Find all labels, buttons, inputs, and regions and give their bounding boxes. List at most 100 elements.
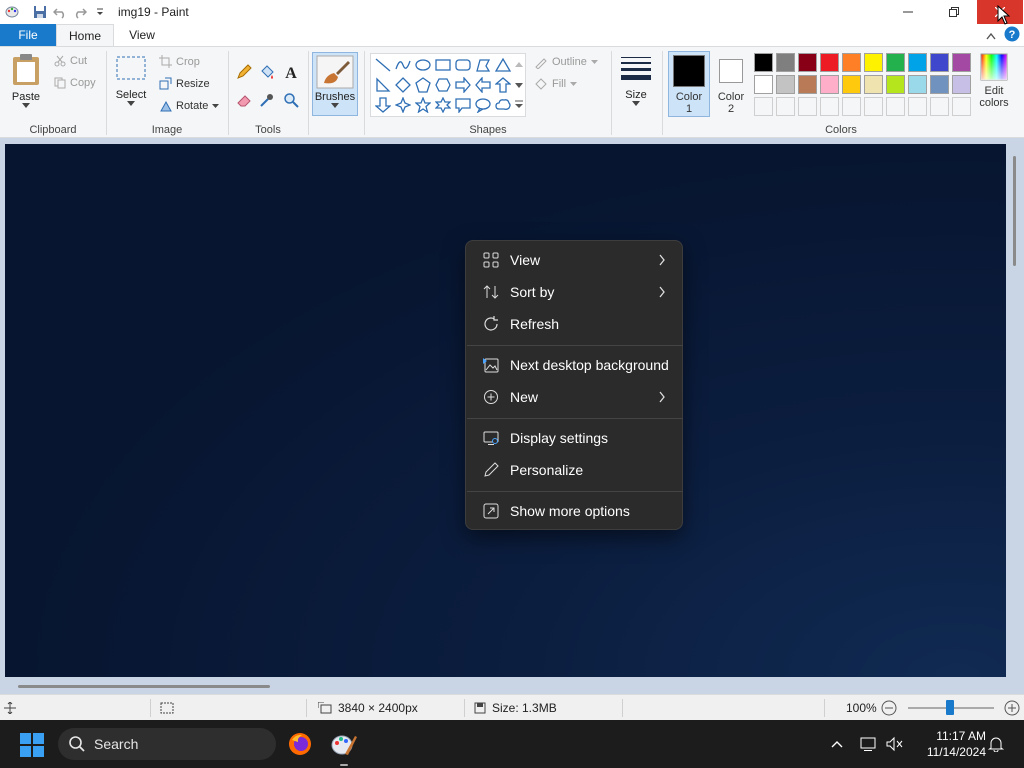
size-label: Size [625,89,647,101]
menu-item-refresh[interactable]: Refresh [470,309,680,339]
menu-item-label: Sort by [510,284,555,300]
menu-item-label: New [510,389,539,405]
menu-item-personalize[interactable]: Personalize [470,455,680,485]
paste-label: Paste [11,91,41,103]
chevron-right-icon [658,253,666,269]
colors-group-label: Colors [825,124,857,136]
brush-icon [316,55,354,89]
resize-button[interactable]: Resize [159,77,210,90]
menu-item-label: Next desktop background [510,357,669,373]
dimensions-text: 3840 × 2400px [338,701,418,715]
expand-icon [482,502,500,520]
undo-icon[interactable] [52,4,68,20]
show-hidden-icons-button[interactable] [830,720,844,768]
menu-separator [467,418,683,419]
paint-taskbar-icon[interactable] [328,728,360,760]
ribbon: Paste Cut Copy Clipboard Select Crop Res… [0,46,1024,138]
menu-item-label: Show more options [510,503,630,519]
pen-icon [482,461,500,479]
chevron-down-icon [127,101,135,106]
copy-button[interactable]: Copy [54,77,96,89]
cut-button[interactable]: Cut [54,55,87,67]
network-icon[interactable] [860,720,878,768]
select-button[interactable]: Select [113,55,149,106]
search-placeholder: Search [94,736,139,752]
save-icon[interactable] [32,4,48,20]
grid-icon [482,251,500,269]
sort-icon [482,283,500,301]
windows-logo-tile [20,746,31,757]
rotate-label: Rotate [176,99,209,112]
crop-button[interactable]: Crop [159,55,200,68]
cursor-position [4,695,16,721]
menu-item-label: Personalize [510,462,584,478]
start-button[interactable] [20,733,44,757]
taskbar: Search 11:17 AM 11/14/2024 [0,720,1024,768]
restore-button[interactable] [931,0,977,24]
colors-group: Colors [663,47,1019,139]
size-button[interactable]: Size [618,55,654,106]
window-title: img19 - Paint [118,5,189,19]
shapes-group: Shapes [365,47,611,139]
pencil-icon[interactable] [235,63,253,81]
tab-file[interactable]: File [0,24,56,46]
zoom-in-button[interactable] [1004,695,1020,721]
shapes-group-label: Shapes [469,124,507,136]
scissors-icon [54,55,66,67]
brushes-button[interactable]: Brushes [312,52,358,116]
desktop-context-menu: View Sort by Refresh Next desktop backgr… [465,240,683,530]
customize-quick-access-icon[interactable] [92,4,108,20]
tools-group: A Tools [229,47,307,139]
clipboard-group: Paste Cut Copy Clipboard [0,47,106,139]
redo-icon[interactable] [72,4,88,20]
chevron-down-icon [632,101,640,106]
tools-group-label: Tools [255,124,281,136]
clock-date: 11/14/2024 [926,745,986,759]
chevron-right-icon [658,285,666,301]
zoom-in-icon [1004,700,1020,716]
crop-icon [159,55,172,68]
status-bar: 3840 × 2400px Size: 1.3MB 100% [0,694,1024,720]
color-picker-icon[interactable] [258,91,276,109]
help-icon[interactable]: ? [1004,26,1020,45]
paste-button[interactable]: Paste [8,53,44,108]
chevron-up-icon [831,741,843,748]
firefox-taskbar-icon[interactable] [284,728,316,760]
menu-item-show-more-options[interactable]: Show more options [470,496,680,526]
menu-item-display-settings[interactable]: Display settings [470,423,680,453]
minimize-button[interactable] [885,0,931,24]
notification-bell-icon[interactable] [988,720,1004,768]
chevron-down-icon [331,103,339,108]
file-size: Size: 1.3MB [474,695,557,721]
zoom-out-button[interactable] [881,695,897,721]
disk-icon [474,702,486,714]
paint-app-icon[interactable] [4,4,20,20]
fill-bucket-icon[interactable] [258,63,276,81]
eraser-icon[interactable] [235,91,253,109]
image-group: Select Crop Resize Rotate Image [107,47,227,139]
collapse-ribbon-icon[interactable] [986,29,996,43]
menu-item-next-desktop-background[interactable]: Next desktop background [470,350,680,380]
line-size-icon [621,57,651,80]
system-clock[interactable]: 11:17 AM 11/14/2024 [912,728,986,760]
vertical-scrollbar[interactable] [1013,156,1016,266]
menu-item-sort-by[interactable]: Sort by [470,277,680,307]
taskbar-search[interactable]: Search [58,728,276,760]
tab-view[interactable]: View [114,24,170,46]
chevron-down-icon [22,103,30,108]
picture-icon [482,356,500,374]
text-icon[interactable]: A [282,63,300,81]
tab-home[interactable]: Home [56,24,114,46]
menu-item-new[interactable]: New [470,382,680,412]
horizontal-scrollbar[interactable] [18,685,270,688]
volume-muted-icon[interactable] [886,720,904,768]
magnifier-icon[interactable] [282,91,300,109]
image-dimensions: 3840 × 2400px [318,695,418,721]
rotate-button[interactable]: Rotate [159,99,220,112]
zoom-slider-thumb[interactable] [946,700,954,715]
resize-label: Resize [176,77,210,90]
chevron-down-icon [212,103,220,108]
menu-item-view[interactable]: View [470,245,680,275]
windows-logo-tile [33,733,44,744]
copy-label: Copy [70,77,96,89]
